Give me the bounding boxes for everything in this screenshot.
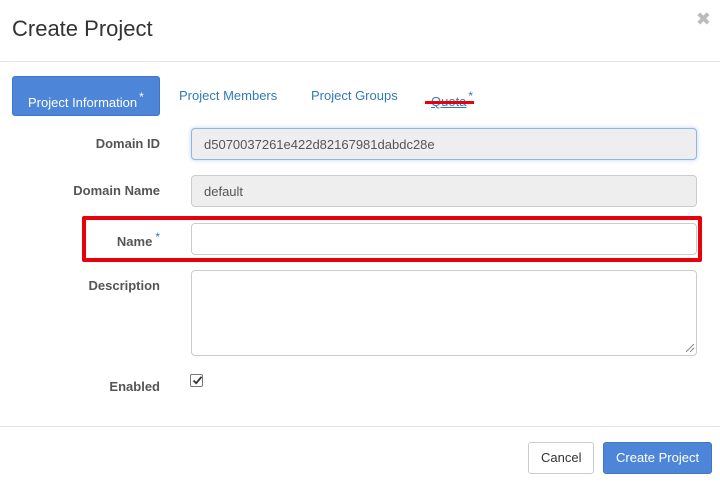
dialog-title: Create Project <box>12 16 153 41</box>
domain-id-field[interactable] <box>191 128 697 160</box>
domain-name-field[interactable] <box>191 175 697 207</box>
tab-label: Project Members <box>179 88 278 103</box>
close-icon[interactable]: ✖ <box>696 10 711 28</box>
required-marker: * <box>155 230 160 244</box>
quota-annotation-underline <box>425 101 474 104</box>
domain-id-label: Domain ID <box>95 136 160 151</box>
tab-project-information[interactable]: Project Information * <box>12 76 160 116</box>
tab-label: Project Groups <box>311 88 398 103</box>
tab-label: Project Information <box>28 95 138 110</box>
name-label: Name * <box>117 230 160 249</box>
tab-quota[interactable]: Quota* <box>431 76 473 116</box>
domain-name-label: Domain Name <box>73 183 160 198</box>
description-textarea[interactable] <box>191 270 697 356</box>
tab-project-members[interactable]: Project Members <box>179 76 277 116</box>
description-label: Description <box>88 278 160 293</box>
dialog-header: Create Project ✖ <box>0 0 720 62</box>
cancel-button[interactable]: Cancel <box>528 442 595 474</box>
enabled-label: Enabled <box>109 379 160 394</box>
required-marker: * <box>139 90 144 104</box>
check-icon <box>192 376 203 385</box>
enabled-checkbox[interactable] <box>190 374 203 387</box>
name-input[interactable] <box>191 223 697 255</box>
tab-project-groups[interactable]: Project Groups <box>311 76 398 116</box>
create-project-button[interactable]: Create Project <box>603 442 713 474</box>
name-label-text: Name <box>116 234 153 249</box>
